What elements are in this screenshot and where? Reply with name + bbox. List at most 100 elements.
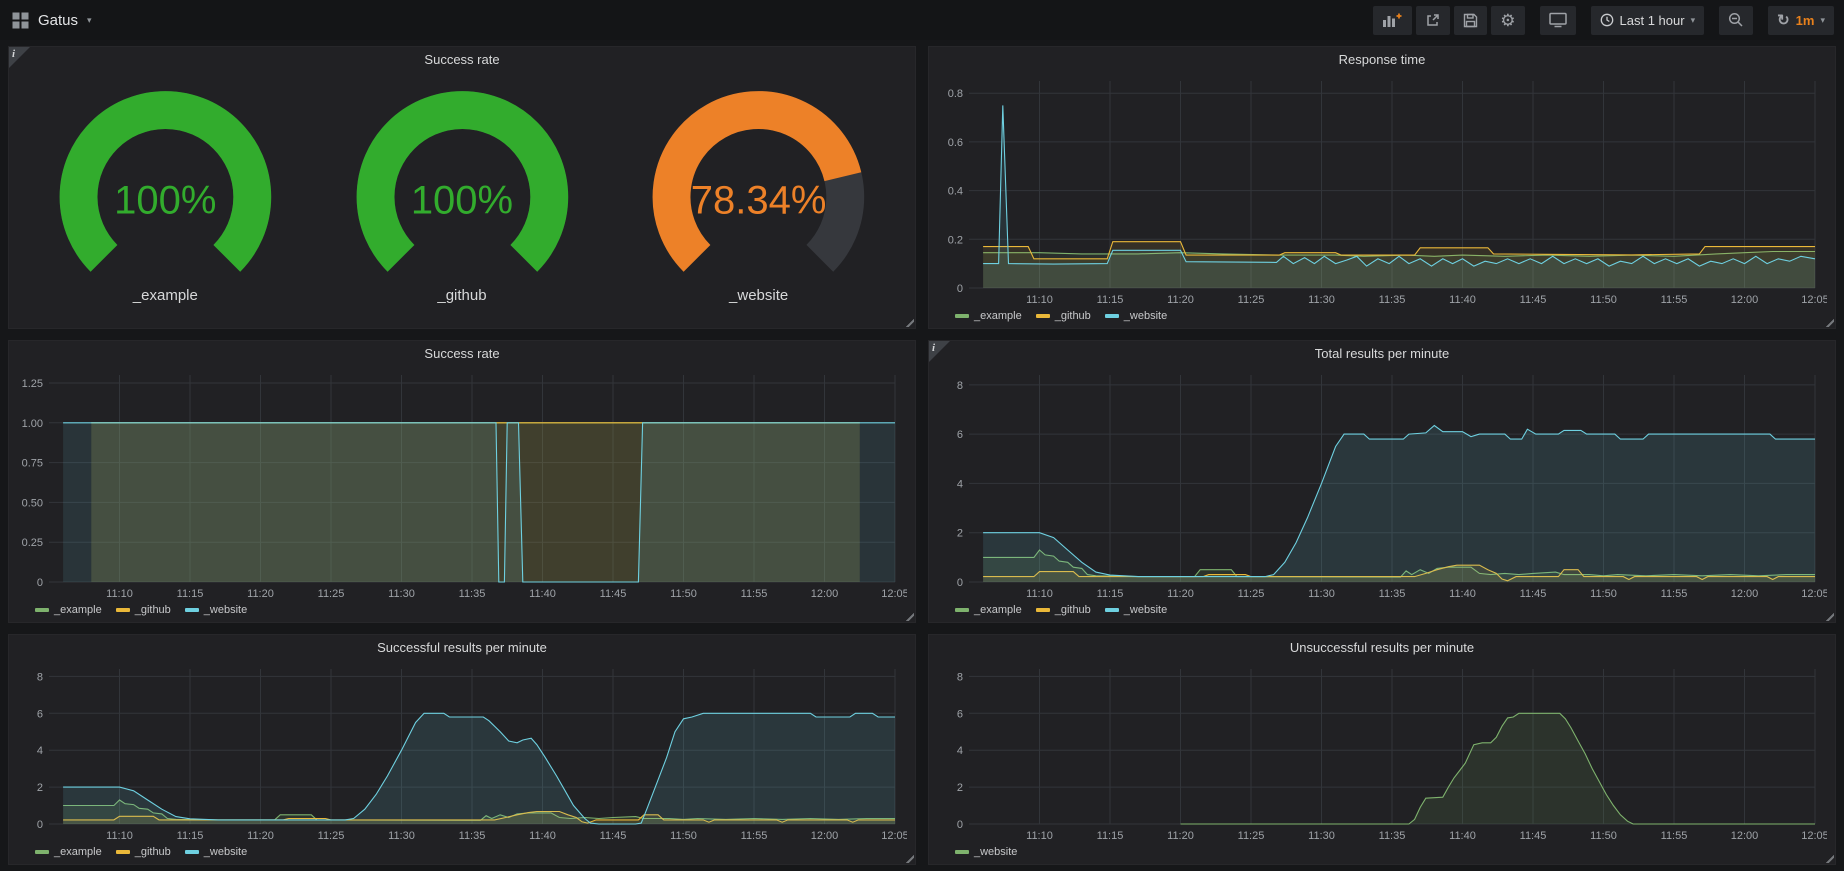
panel-resize-handle[interactable]	[905, 854, 914, 863]
legend-item-_example[interactable]: _example	[35, 604, 102, 616]
svg-text:4: 4	[37, 745, 43, 757]
legend-color-swatch	[1105, 608, 1119, 612]
share-button[interactable]	[1416, 6, 1450, 35]
panel-unsuccessful-results: Unsuccessful results per minute 0246811:…	[928, 634, 1836, 865]
add-panel-button[interactable]	[1373, 6, 1412, 35]
svg-text:2: 2	[957, 528, 963, 540]
svg-text:1.25: 1.25	[22, 378, 43, 390]
zoom-out-icon	[1728, 12, 1744, 28]
legend-item-_website[interactable]: _website	[185, 604, 247, 616]
legend-item-_github[interactable]: _github	[1036, 310, 1091, 322]
panel-title[interactable]: Success rate	[9, 47, 915, 72]
svg-text:12:00: 12:00	[1731, 588, 1759, 600]
svg-text:12:05: 12:05	[881, 830, 907, 842]
svg-text:11:55: 11:55	[741, 588, 768, 600]
panel-resize-handle[interactable]	[905, 612, 914, 621]
legend-series-name: _website	[204, 604, 247, 616]
panel-title[interactable]: Successful results per minute	[9, 635, 915, 660]
gauge-row: 100% _example 100% _github 78.34% _websi…	[9, 72, 915, 328]
legend-item-_website[interactable]: _website	[185, 846, 247, 858]
svg-text:11:15: 11:15	[177, 588, 204, 600]
legend-item-_example[interactable]: _example	[35, 846, 102, 858]
svg-text:11:25: 11:25	[1238, 830, 1265, 842]
response-time-chart[interactable]: 00.20.40.60.811:1011:1511:2011:2511:3011…	[935, 73, 1827, 307]
svg-text:11:30: 11:30	[388, 588, 415, 600]
refresh-picker[interactable]: ↻ 1m ▾	[1768, 6, 1834, 35]
svg-text:8: 8	[37, 671, 43, 683]
svg-text:12:00: 12:00	[1731, 830, 1759, 842]
save-button[interactable]	[1454, 6, 1487, 35]
legend-item-_website[interactable]: _website	[1105, 310, 1167, 322]
legend-item-_github[interactable]: _github	[116, 604, 171, 616]
panel-title[interactable]: Total results per minute	[929, 341, 1835, 366]
svg-text:11:50: 11:50	[670, 830, 697, 842]
svg-text:11:10: 11:10	[1026, 588, 1053, 600]
panel-title[interactable]: Response time	[929, 47, 1835, 72]
svg-text:11:15: 11:15	[1097, 830, 1124, 842]
svg-text:11:10: 11:10	[1026, 294, 1053, 306]
legend-series-name: _website	[1124, 310, 1167, 322]
svg-text:8: 8	[957, 380, 963, 392]
svg-text:11:35: 11:35	[1379, 588, 1406, 600]
panel-resize-handle[interactable]	[1825, 612, 1834, 621]
legend-color-swatch	[1036, 608, 1050, 612]
svg-text:11:40: 11:40	[529, 588, 556, 600]
tv-monitor-icon	[1549, 12, 1567, 28]
panel-title[interactable]: Unsuccessful results per minute	[929, 635, 1835, 660]
successful-results-chart[interactable]: 0246811:1011:1511:2011:2511:3011:3511:40…	[15, 661, 907, 843]
gauge-value: 100%	[320, 178, 605, 223]
svg-text:11:40: 11:40	[1449, 588, 1476, 600]
refresh-icon: ↻	[1777, 13, 1790, 28]
legend-item-_github[interactable]: _github	[1036, 604, 1091, 616]
svg-text:12:05: 12:05	[1801, 588, 1827, 600]
cycle-view-button[interactable]	[1540, 6, 1576, 35]
panel-resize-handle[interactable]	[905, 318, 914, 327]
legend-series-name: _github	[1055, 604, 1091, 616]
svg-text:11:20: 11:20	[247, 830, 274, 842]
panel-info-icon[interactable]: i	[9, 47, 30, 68]
svg-text:11:30: 11:30	[388, 830, 415, 842]
panel-title[interactable]: Success rate	[9, 341, 915, 366]
legend-color-swatch	[955, 608, 969, 612]
panel-info-icon[interactable]: i	[929, 341, 950, 362]
svg-text:0: 0	[37, 819, 43, 831]
svg-text:11:30: 11:30	[1308, 830, 1335, 842]
clock-icon	[1600, 13, 1614, 27]
legend-item-_website[interactable]: _website	[1105, 604, 1167, 616]
svg-text:11:55: 11:55	[1661, 294, 1688, 306]
svg-text:0.25: 0.25	[22, 537, 43, 549]
refresh-interval-label: 1m	[1796, 13, 1815, 28]
svg-text:12:05: 12:05	[1801, 294, 1827, 306]
svg-text:12:05: 12:05	[1801, 830, 1827, 842]
time-range-picker[interactable]: Last 1 hour ▾	[1591, 6, 1705, 35]
svg-text:6: 6	[957, 429, 963, 441]
dashboards-grid-icon[interactable]	[12, 12, 29, 29]
svg-text:11:10: 11:10	[1026, 830, 1053, 842]
navbar: Gatus ▾	[0, 0, 1844, 40]
legend-item-_website[interactable]: _website	[955, 846, 1017, 858]
total-results-chart[interactable]: 0246811:1011:1511:2011:2511:3011:3511:40…	[935, 367, 1827, 601]
legend-series-name: _github	[135, 846, 171, 858]
legend-item-_example[interactable]: _example	[955, 310, 1022, 322]
panel-resize-handle[interactable]	[1825, 854, 1834, 863]
legend-series-name: _example	[54, 604, 102, 616]
unsuccessful-results-chart[interactable]: 0246811:1011:1511:2011:2511:3011:3511:40…	[935, 661, 1827, 843]
svg-text:11:15: 11:15	[1097, 294, 1124, 306]
svg-text:11:25: 11:25	[1238, 588, 1265, 600]
svg-text:11:50: 11:50	[1590, 294, 1617, 306]
dashboard-title[interactable]: Gatus	[38, 12, 78, 29]
svg-text:11:35: 11:35	[459, 588, 486, 600]
legend-item-_github[interactable]: _github	[116, 846, 171, 858]
zoom-out-button[interactable]	[1719, 6, 1753, 35]
svg-text:8: 8	[957, 671, 963, 683]
panel-resize-handle[interactable]	[1825, 318, 1834, 327]
legend-color-swatch	[1036, 314, 1050, 318]
panel-response-time: Response time 00.20.40.60.811:1011:1511:…	[928, 46, 1836, 329]
svg-text:6: 6	[957, 708, 963, 720]
svg-text:0.75: 0.75	[22, 458, 43, 470]
chevron-down-icon: ▾	[1820, 16, 1825, 25]
svg-text:12:00: 12:00	[1731, 294, 1759, 306]
success-rate-chart[interactable]: 00.250.500.751.001.2511:1011:1511:2011:2…	[15, 367, 907, 601]
settings-button[interactable]: ⚙	[1491, 6, 1524, 35]
legend-item-_example[interactable]: _example	[955, 604, 1022, 616]
